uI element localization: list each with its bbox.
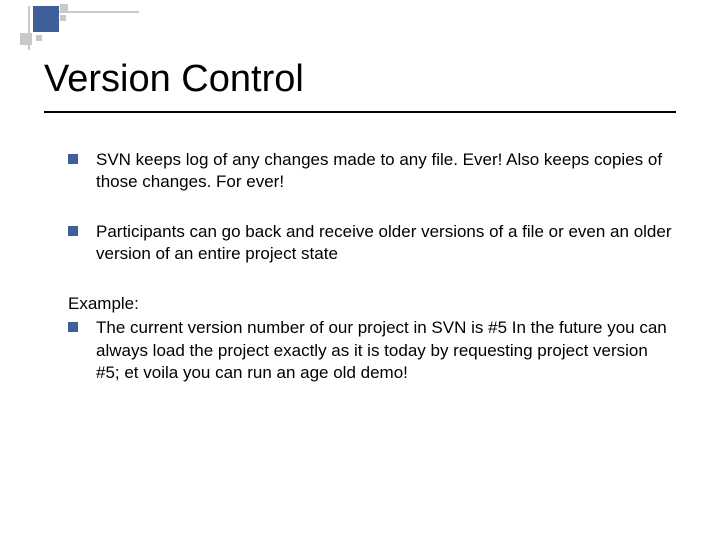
- slide: Version Control SVN keeps log of any cha…: [0, 0, 720, 540]
- square-bullet-icon: [68, 226, 78, 236]
- title-underline: [44, 111, 676, 113]
- bullet-text: The current version number of our projec…: [96, 317, 676, 383]
- square-bullet-icon: [68, 154, 78, 164]
- slide-title: Version Control: [44, 58, 676, 101]
- bullet-text: SVN keeps log of any changes made to any…: [96, 149, 676, 193]
- bullet-item: SVN keeps log of any changes made to any…: [68, 149, 676, 193]
- slide-body: SVN keeps log of any changes made to any…: [44, 149, 676, 384]
- square-bullet-icon: [68, 322, 78, 332]
- bullet-item: The current version number of our projec…: [68, 317, 676, 383]
- bullet-text: Participants can go back and receive old…: [96, 221, 676, 265]
- bullet-item: Participants can go back and receive old…: [68, 221, 676, 265]
- example-label: Example:: [68, 293, 676, 315]
